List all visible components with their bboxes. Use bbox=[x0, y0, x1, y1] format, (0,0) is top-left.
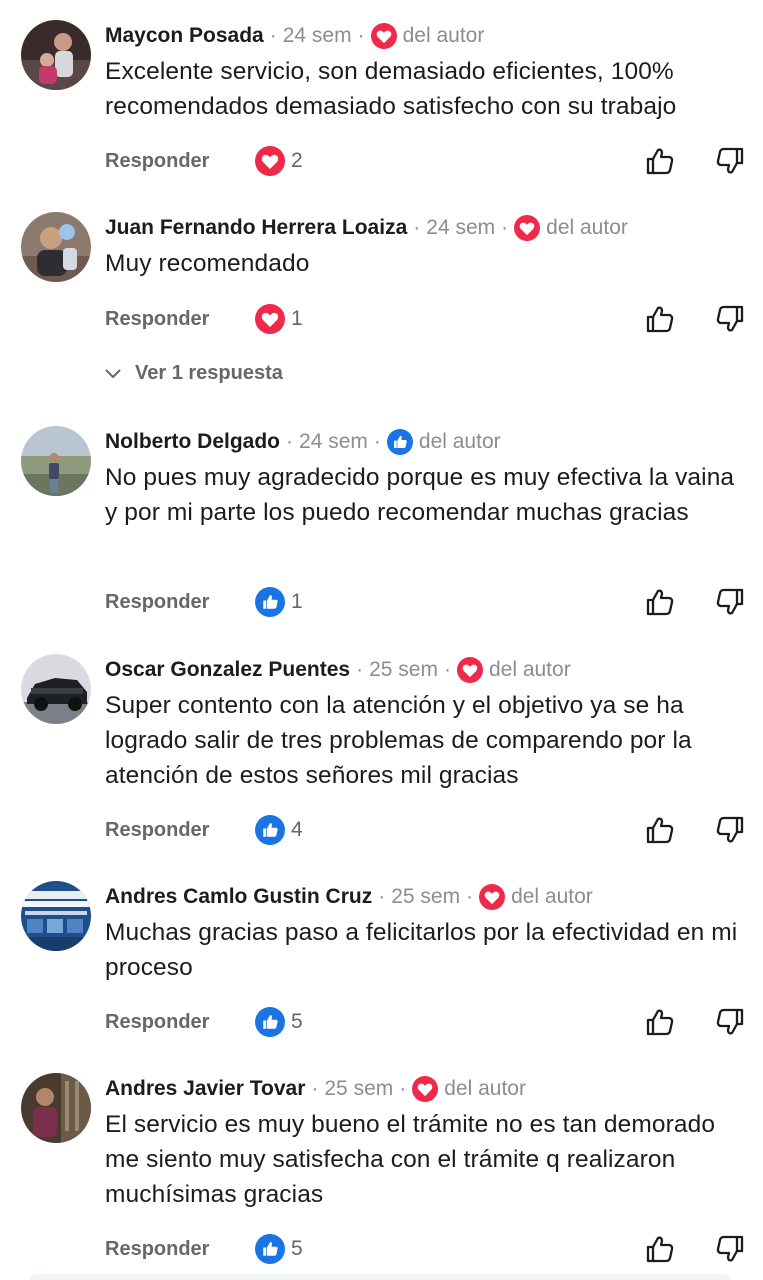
separator: · bbox=[357, 24, 365, 47]
comment-composer-edge[interactable] bbox=[30, 1274, 730, 1280]
thumbs-up-icon[interactable] bbox=[645, 587, 675, 617]
separator: · bbox=[311, 1077, 319, 1100]
comment-text: No pues muy agradecido porque es muy efe… bbox=[105, 464, 735, 526]
thumbs-down-icon[interactable] bbox=[715, 1007, 745, 1037]
author-label: del autor bbox=[488, 658, 571, 681]
heart-icon[interactable] bbox=[255, 304, 285, 334]
avatar[interactable] bbox=[21, 212, 91, 282]
avatar[interactable] bbox=[21, 426, 91, 496]
author-label: del autor bbox=[402, 24, 485, 47]
like-icon[interactable] bbox=[255, 815, 285, 845]
separator: · bbox=[466, 885, 474, 908]
thumbs-up-icon[interactable] bbox=[645, 1234, 675, 1264]
heart-icon bbox=[412, 1076, 439, 1102]
thumbs-down-icon[interactable] bbox=[715, 1234, 745, 1264]
reaction-count[interactable]: 5 bbox=[291, 1237, 303, 1261]
commenter-name[interactable]: Andres Camlo Gustin Cruz bbox=[105, 885, 372, 909]
heart-icon bbox=[514, 215, 541, 241]
separator: · bbox=[356, 658, 364, 681]
thumbs-up-icon[interactable] bbox=[645, 815, 675, 845]
separator: · bbox=[378, 885, 386, 908]
thumbs-down-icon[interactable] bbox=[715, 146, 745, 176]
reaction-count[interactable]: 4 bbox=[291, 818, 303, 842]
like-icon[interactable] bbox=[255, 587, 285, 617]
comment-text: Muy recomendado bbox=[105, 250, 310, 277]
author-label: del autor bbox=[546, 216, 628, 239]
thumbs-up-icon[interactable] bbox=[645, 1007, 675, 1037]
separator: · bbox=[399, 1077, 407, 1100]
separator: · bbox=[443, 658, 451, 681]
reaction-count[interactable]: 5 bbox=[291, 1010, 303, 1034]
like-icon bbox=[386, 429, 413, 455]
avatar[interactable] bbox=[21, 654, 91, 724]
separator: · bbox=[413, 216, 421, 239]
reply-button[interactable]: Responder bbox=[105, 1011, 255, 1034]
reply-button[interactable]: Responder bbox=[105, 150, 255, 173]
thumbs-down-icon[interactable] bbox=[715, 304, 745, 334]
separator: · bbox=[269, 24, 277, 47]
reply-button[interactable]: Responder bbox=[105, 308, 255, 331]
reply-button[interactable]: Responder bbox=[105, 819, 255, 842]
thumbs-down-icon[interactable] bbox=[715, 587, 745, 617]
reply-button[interactable]: Responder bbox=[105, 591, 255, 614]
comment-time[interactable]: 24 sem bbox=[299, 430, 368, 454]
comment-time[interactable]: 25 sem bbox=[391, 885, 460, 909]
commenter-name[interactable]: Juan Fernando Herrera Loaiza bbox=[105, 216, 407, 240]
comments-list: Maycon Posada · 24 sem · del autor Excel… bbox=[0, 0, 763, 1280]
separator: · bbox=[286, 430, 294, 453]
avatar[interactable] bbox=[21, 20, 91, 90]
chevron-down-icon bbox=[105, 369, 121, 378]
thumbs-up-icon[interactable] bbox=[645, 146, 675, 176]
like-icon[interactable] bbox=[255, 1234, 285, 1264]
thumbs-up-icon[interactable] bbox=[645, 304, 675, 334]
author-label: del autor bbox=[418, 430, 501, 453]
commenter-name[interactable]: Andres Javier Tovar bbox=[105, 1077, 305, 1101]
comment-text: Excelente servicio, son demasiado eficie… bbox=[105, 58, 677, 120]
comment-time[interactable]: 25 sem bbox=[369, 658, 438, 682]
heart-icon bbox=[456, 657, 483, 683]
reaction-count[interactable]: 2 bbox=[291, 149, 303, 173]
commenter-name[interactable]: Oscar Gonzalez Puentes bbox=[105, 658, 350, 682]
separator: · bbox=[373, 430, 381, 453]
comment-text: Super contento con la atención y el obje… bbox=[105, 692, 692, 789]
heart-icon bbox=[479, 884, 506, 910]
comment-time[interactable]: 24 sem bbox=[426, 216, 495, 240]
separator: · bbox=[501, 216, 509, 239]
like-icon[interactable] bbox=[255, 1007, 285, 1037]
heart-icon bbox=[370, 23, 397, 49]
comment-time[interactable]: 25 sem bbox=[324, 1077, 393, 1101]
author-label: del autor bbox=[444, 1077, 526, 1100]
comment-time[interactable]: 24 sem bbox=[283, 24, 352, 48]
comment-text: El servicio es muy bueno el trámite no e… bbox=[105, 1111, 716, 1208]
heart-icon[interactable] bbox=[255, 146, 285, 176]
reply-button[interactable]: Responder bbox=[105, 1238, 255, 1261]
commenter-name[interactable]: Nolberto Delgado bbox=[105, 430, 280, 454]
avatar[interactable] bbox=[21, 1073, 91, 1143]
thumbs-down-icon[interactable] bbox=[715, 815, 745, 845]
reaction-count[interactable]: 1 bbox=[291, 590, 303, 614]
view-replies-label: Ver 1 respuesta bbox=[135, 362, 283, 384]
comment-text: Muchas gracias paso a felicitarlos por l… bbox=[105, 919, 738, 981]
commenter-name[interactable]: Maycon Posada bbox=[105, 24, 264, 48]
avatar[interactable] bbox=[21, 881, 91, 951]
reaction-count[interactable]: 1 bbox=[291, 307, 303, 331]
author-label: del autor bbox=[511, 885, 593, 908]
view-replies-button[interactable]: Ver 1 respuesta bbox=[105, 362, 283, 385]
